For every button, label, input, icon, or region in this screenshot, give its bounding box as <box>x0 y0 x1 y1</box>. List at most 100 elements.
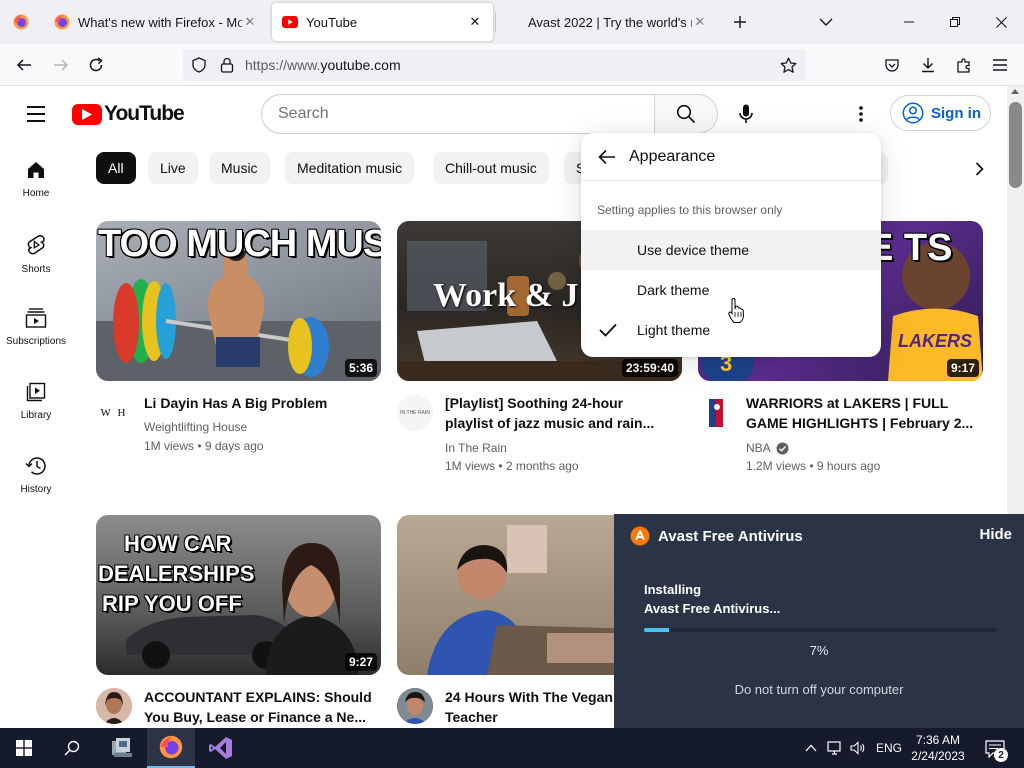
tab-whats-new-firefox[interactable]: What's new with Firefox - More ✕ <box>44 3 268 41</box>
search-box[interactable] <box>261 94 655 134</box>
show-hidden-icons-button[interactable] <box>803 740 819 756</box>
volume-tray-icon[interactable] <box>850 740 866 756</box>
sidebar-item-shorts[interactable]: Shorts <box>0 216 72 290</box>
channel-name[interactable]: NBA <box>746 441 771 455</box>
video-title-line2[interactable]: You Buy, Lease or Finance a Ne... <box>144 707 384 727</box>
input-language-indicator[interactable]: ENG <box>876 741 902 755</box>
clock-date: 2/24/2023 <box>911 749 965 763</box>
chips-next-button[interactable] <box>962 152 996 186</box>
scrollbar-thumb[interactable] <box>1009 102 1022 188</box>
guide-menu-button[interactable] <box>20 98 52 130</box>
arrow-left-icon <box>598 149 615 164</box>
taskbar-firefox[interactable] <box>147 728 195 768</box>
tab-avast-2022[interactable]: Avast 2022 | Try the world's most ✕ <box>496 3 718 41</box>
thumbnail-caption-line: RIP YOU OFF <box>102 591 242 616</box>
chip-all[interactable]: All <box>96 152 136 184</box>
taskbar-clock[interactable]: 7:36 AM 2/24/2023 <box>905 732 971 764</box>
forward-button[interactable] <box>46 50 76 80</box>
sidebar-item-subscriptions[interactable]: Subscriptions <box>0 290 72 364</box>
reload-button[interactable] <box>81 50 111 80</box>
chip-live[interactable]: Live <box>148 152 198 184</box>
chip-chill-out-music[interactable]: Chill-out music <box>433 152 549 184</box>
close-tab-icon[interactable]: ✕ <box>242 14 258 30</box>
sign-in-button[interactable]: Sign in <box>890 95 991 131</box>
theme-option-device[interactable]: Use device theme <box>581 230 881 270</box>
close-tab-icon[interactable]: ✕ <box>467 14 483 30</box>
search-input[interactable] <box>278 105 655 123</box>
video-title[interactable]: WARRIORS at LAKERS | FULL <box>746 393 986 413</box>
video-title[interactable]: ACCOUNTANT EXPLAINS: Should <box>144 687 384 707</box>
channel-avatar[interactable] <box>397 688 433 724</box>
avast-hide-button[interactable]: Hide <box>979 526 1012 543</box>
search-button[interactable] <box>654 94 718 134</box>
network-tray-icon[interactable] <box>827 740 843 756</box>
settings-more-button[interactable] <box>846 98 876 130</box>
search-icon <box>676 104 696 124</box>
chip-music[interactable]: Music <box>209 152 270 184</box>
avatar-text: W H <box>100 407 128 419</box>
video-channel[interactable]: Weightlifting House <box>144 420 247 434</box>
video-channel[interactable]: NBA <box>746 441 789 455</box>
back-button[interactable] <box>9 50 39 80</box>
sidebar-item-history[interactable]: History <box>0 438 72 512</box>
downloads-button[interactable] <box>913 50 943 80</box>
avast-logo-icon <box>630 526 650 546</box>
star-icon[interactable] <box>780 57 797 74</box>
video-title-line2[interactable]: GAME HIGHLIGHTS | February 2... <box>746 413 986 433</box>
channel-avatar[interactable]: IN THE RAIN <box>397 395 433 431</box>
video-thumbnail[interactable]: TOO MUCH MUSCLE 5:36 <box>96 221 381 381</box>
video-duration: 5:36 <box>344 359 377 377</box>
video-title[interactable]: [Playlist] Soothing 24-hour <box>445 393 685 413</box>
download-icon <box>922 58 934 73</box>
video-title[interactable]: Li Dayin Has A Big Problem <box>144 393 384 413</box>
sidebar-item-label: History <box>20 484 52 495</box>
firefox-logo-icon <box>13 14 29 30</box>
avast-status-line2: Avast Free Antivirus... <box>644 601 781 616</box>
video-metadata: 1M views • 9 days ago <box>144 439 264 453</box>
close-window-button[interactable] <box>978 0 1024 44</box>
thumbnail-caption: DEALERSHIPS <box>98 561 254 587</box>
restore-button[interactable] <box>932 0 978 44</box>
shield-icon[interactable] <box>191 57 207 73</box>
video-metadata: 1M views • 2 months ago <box>445 459 579 473</box>
url-text[interactable]: https://www.youtube.com <box>245 57 401 73</box>
checkmark-icon <box>599 323 617 337</box>
video-thumbnail[interactable]: HOW CAR DEALERSHIPS RIP YOU OFF 9:27 <box>96 515 381 675</box>
sidebar-item-home[interactable]: Home <box>0 142 72 216</box>
taskbar-app-installer[interactable] <box>98 728 146 768</box>
channel-avatar[interactable]: W H <box>96 395 132 431</box>
chip-meditation-music[interactable]: Meditation music <box>285 152 415 184</box>
tab-youtube[interactable]: YouTube ✕ <box>272 3 493 41</box>
scroll-up-arrow-icon[interactable] <box>1011 89 1019 94</box>
app-menu-button[interactable] <box>985 50 1015 80</box>
voice-search-button[interactable] <box>728 96 764 132</box>
close-tab-icon[interactable]: ✕ <box>692 14 708 30</box>
lock-icon[interactable] <box>220 57 234 73</box>
checkmark-slot <box>581 323 637 337</box>
youtube-logo[interactable]: YouTube <box>72 102 185 126</box>
sidebar-item-library[interactable]: Library <box>0 364 72 438</box>
action-center-button[interactable]: 2 <box>980 736 1010 762</box>
minimize-button[interactable] <box>886 0 932 44</box>
firefox-view-button[interactable] <box>0 0 42 44</box>
new-tab-button[interactable] <box>726 8 754 36</box>
video-title[interactable]: 24 Hours With The Vegan <box>445 687 615 707</box>
theme-option-label: Use device theme <box>637 242 750 258</box>
start-button[interactable] <box>0 728 48 768</box>
address-bar[interactable]: https://www.youtube.com <box>183 49 806 81</box>
taskbar-visual-studio[interactable] <box>197 728 245 768</box>
taskbar-search-button[interactable] <box>48 728 96 768</box>
chevron-down-icon <box>819 18 833 26</box>
sidebar-item-label: Shorts <box>21 264 51 275</box>
back-button[interactable] <box>585 137 629 177</box>
avast-install-panel: Avast Free Antivirus Hide Installing Ava… <box>614 514 1024 728</box>
sign-in-label: Sign in <box>931 104 981 122</box>
pocket-button[interactable] <box>877 50 907 80</box>
video-title-line2[interactable]: playlist of jazz music and rain... <box>445 413 685 433</box>
video-title-line2[interactable]: Teacher <box>445 707 615 727</box>
channel-avatar[interactable] <box>96 688 132 724</box>
list-all-tabs-button[interactable] <box>812 8 840 36</box>
channel-avatar[interactable] <box>698 395 734 431</box>
extensions-button[interactable] <box>949 50 979 80</box>
video-channel[interactable]: In The Rain <box>445 441 507 455</box>
